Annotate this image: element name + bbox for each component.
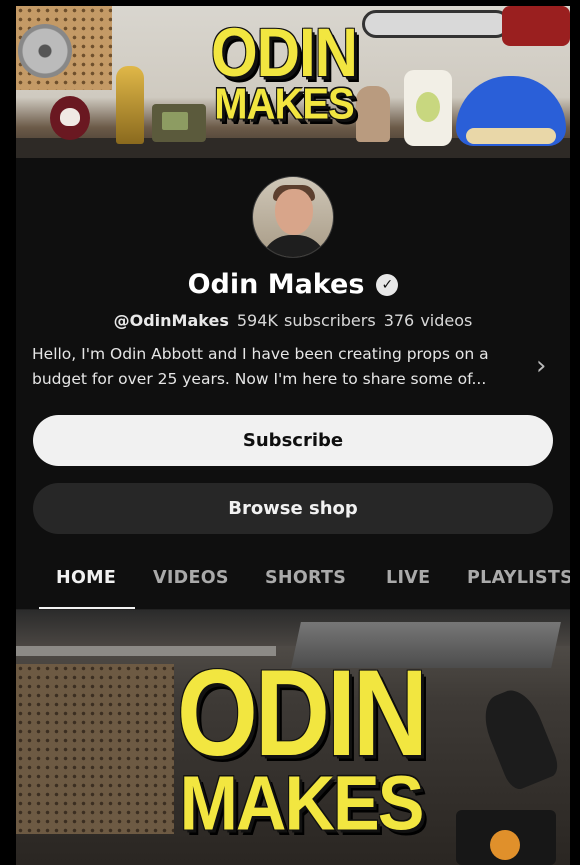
- banner-trophy: [116, 66, 144, 144]
- tab-home[interactable]: HOME: [56, 568, 116, 588]
- channel-handle: @OdinMakes: [113, 311, 229, 330]
- channel-avatar[interactable]: [252, 176, 334, 258]
- channel-description[interactable]: Hello, I'm Odin Abbott and I have been c…: [32, 342, 532, 392]
- banner-logo-line2: MAKES: [214, 79, 354, 129]
- banner-logo: ODIN MAKES: [204, 18, 364, 129]
- featured-video-thumbnail[interactable]: ODIN MAKES: [16, 610, 570, 865]
- channel-name-row: Odin Makes ✓: [16, 269, 570, 300]
- channel-name: Odin Makes: [187, 269, 365, 300]
- banner-logo-line1: ODIN: [211, 13, 358, 91]
- banner-pipboy: [152, 104, 206, 142]
- thumbnail-pegboard: [16, 664, 174, 834]
- channel-page: ODIN MAKES Odin Makes ✓ @OdinMakes 594K s…: [16, 6, 570, 865]
- tab-videos[interactable]: VIDEOS: [153, 568, 229, 588]
- banner-chainsaw: [362, 10, 510, 38]
- chevron-right-icon[interactable]: ›: [536, 353, 556, 379]
- banner-sawblade: [18, 24, 72, 78]
- tab-playlists[interactable]: PLAYLISTS: [467, 568, 570, 588]
- browse-shop-button[interactable]: Browse shop: [33, 483, 553, 534]
- avatar-face: [275, 189, 313, 235]
- thumbnail-mask: [475, 683, 563, 793]
- channel-banner: ODIN MAKES: [16, 6, 570, 158]
- channel-meta: @OdinMakes 594K subscribers 376 videos: [16, 311, 570, 330]
- banner-blue-shell: [456, 76, 566, 146]
- tab-live[interactable]: LIVE: [386, 568, 430, 588]
- avatar-shirt: [261, 235, 327, 257]
- subscribe-button[interactable]: Subscribe: [33, 415, 553, 466]
- banner-egg-jar: [404, 70, 452, 146]
- banner-chainsaw-head: [502, 6, 570, 46]
- featured-logo-line2: MAKES: [179, 759, 425, 846]
- banner-skull-bomb: [50, 96, 90, 140]
- subscriber-count: 594K subscribers: [236, 311, 376, 330]
- verified-check-icon: ✓: [376, 273, 399, 296]
- featured-logo-line1: ODIN: [177, 645, 428, 783]
- thumbnail-lantern: [456, 810, 556, 865]
- tab-shorts[interactable]: SHORTS: [265, 568, 346, 588]
- skull-icon: [60, 108, 80, 126]
- featured-logo: ODIN MAKES: [166, 653, 436, 846]
- video-count: 376 videos: [383, 311, 473, 330]
- channel-tabs: HOME VIDEOS SHORTS LIVE PLAYLISTS: [16, 562, 570, 610]
